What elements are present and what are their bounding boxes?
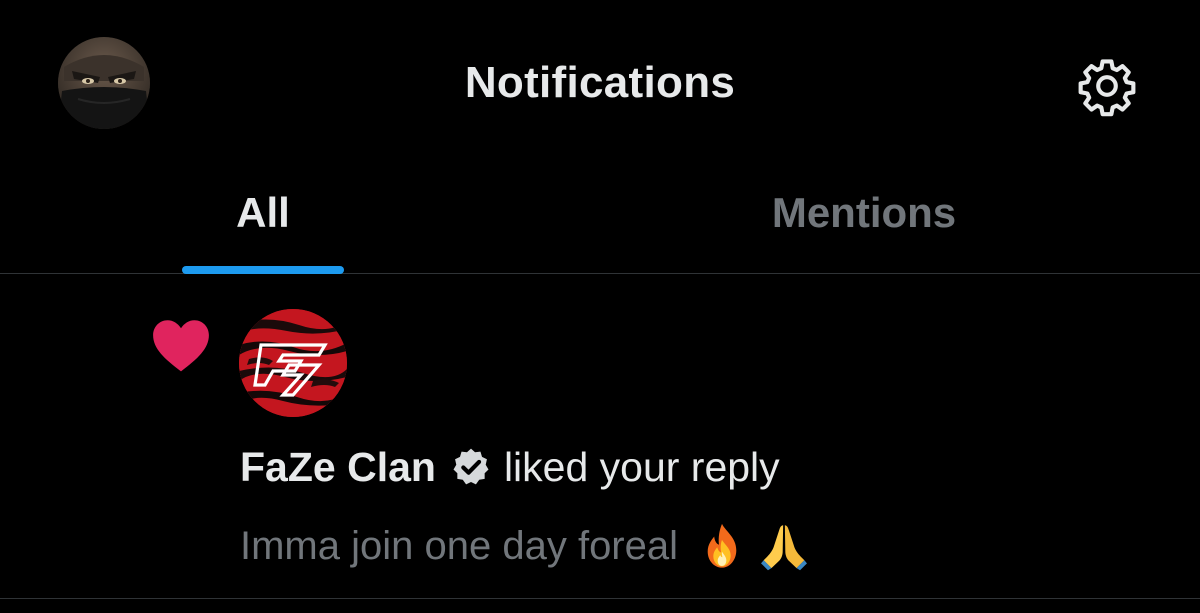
- notification-item[interactable]: FaZe Clan liked your reply Imma join one…: [0, 274, 1200, 599]
- tab-mentions[interactable]: Mentions: [720, 165, 1008, 273]
- gear-icon: [1078, 59, 1136, 117]
- tab-mentions-label: Mentions: [771, 189, 957, 236]
- fire-emoji-icon: [696, 520, 748, 572]
- notification-tabs: All Mentions: [0, 165, 1200, 274]
- reply-text: Imma join one day foreal: [240, 523, 679, 568]
- reply-preview[interactable]: Imma join one day foreal: [240, 518, 810, 574]
- page-title: Notifications: [464, 58, 736, 107]
- verified-badge-icon: [450, 446, 492, 488]
- settings-button[interactable]: [1074, 53, 1140, 119]
- actor-name[interactable]: FaZe Clan: [240, 444, 436, 491]
- folded-hands-emoji-icon: [758, 520, 810, 572]
- header: Notifications: [0, 0, 1200, 165]
- notification-headline: FaZe Clan liked your reply: [240, 442, 780, 492]
- faze-logo-icon: [239, 309, 347, 417]
- active-tab-indicator: [182, 266, 344, 274]
- tab-all[interactable]: All: [182, 165, 344, 273]
- tab-all-label: All: [236, 189, 290, 236]
- faze-clan-avatar[interactable]: [239, 309, 347, 417]
- heart-icon: [150, 316, 212, 374]
- notification-action: liked your reply: [503, 443, 780, 490]
